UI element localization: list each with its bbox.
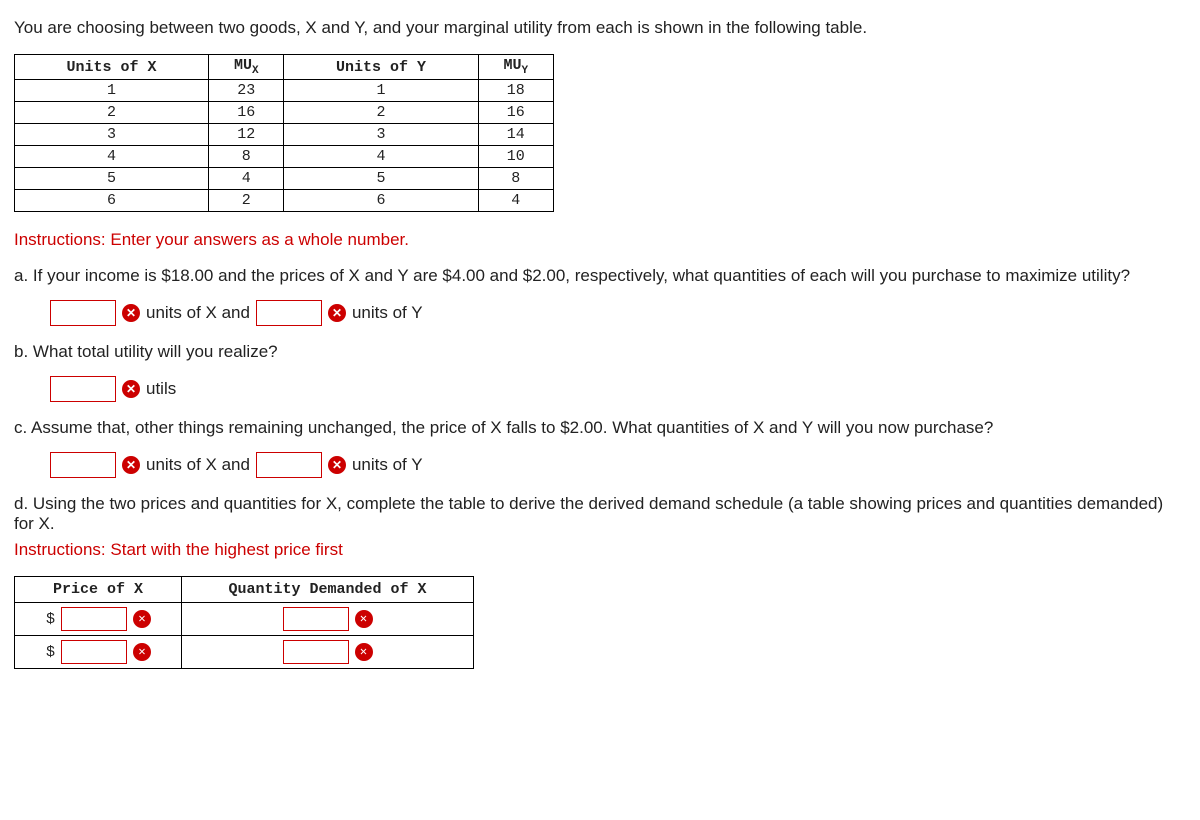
table-row: 3 12 3 14 <box>15 124 554 146</box>
col-units-y: Units of Y <box>284 55 478 80</box>
instructions-a: Instructions: Enter your answers as a wh… <box>14 230 1186 250</box>
wrong-icon: ✕ <box>328 456 346 474</box>
instructions-d: Instructions: Start with the highest pri… <box>14 540 1186 560</box>
input-b-utils[interactable] <box>50 376 116 402</box>
dollar-sign: $ <box>45 611 55 628</box>
question-a: a. If your income is $18.00 and the pric… <box>14 266 1186 286</box>
input-a-units-y[interactable] <box>256 300 322 326</box>
table-row: 6 2 6 4 <box>15 190 554 212</box>
label-units-y: units of Y <box>352 303 423 323</box>
input-qty-2[interactable] <box>283 640 349 664</box>
table-row: 5 4 5 8 <box>15 168 554 190</box>
label-units-x: units of X and <box>146 303 250 323</box>
input-c-units-y[interactable] <box>256 452 322 478</box>
input-c-units-x[interactable] <box>50 452 116 478</box>
question-b: b. What total utility will you realize? <box>14 342 1186 362</box>
answer-b-line: ✕ utils <box>50 376 1186 402</box>
wrong-icon: ✕ <box>122 304 140 322</box>
wrong-icon: ✕ <box>133 610 151 628</box>
question-d: d. Using the two prices and quantities f… <box>14 494 1186 534</box>
table-row: $ ✕ ✕ <box>15 636 474 669</box>
col-mux: MUX <box>209 55 284 80</box>
col-qty-x: Quantity Demanded of X <box>182 577 474 603</box>
input-price-1[interactable] <box>61 607 127 631</box>
wrong-icon: ✕ <box>133 643 151 661</box>
col-muy: MUY <box>478 55 554 80</box>
intro-text: You are choosing between two goods, X an… <box>14 18 1186 38</box>
wrong-icon: ✕ <box>328 304 346 322</box>
input-price-2[interactable] <box>61 640 127 664</box>
wrong-icon: ✕ <box>355 610 373 628</box>
question-c: c. Assume that, other things remaining u… <box>14 418 1186 438</box>
label-units-x: units of X and <box>146 455 250 475</box>
dollar-sign: $ <box>45 644 55 661</box>
wrong-icon: ✕ <box>355 643 373 661</box>
demand-table: Price of X Quantity Demanded of X $ ✕ ✕ <box>14 576 474 669</box>
input-a-units-x[interactable] <box>50 300 116 326</box>
table-row: $ ✕ ✕ <box>15 603 474 636</box>
wrong-icon: ✕ <box>122 456 140 474</box>
col-price-x: Price of X <box>15 577 182 603</box>
wrong-icon: ✕ <box>122 380 140 398</box>
label-utils: utils <box>146 379 176 399</box>
input-qty-1[interactable] <box>283 607 349 631</box>
table-row: 1 23 1 18 <box>15 80 554 102</box>
answer-a-line: ✕ units of X and ✕ units of Y <box>50 300 1186 326</box>
answer-c-line: ✕ units of X and ✕ units of Y <box>50 452 1186 478</box>
col-units-x: Units of X <box>15 55 209 80</box>
table-row: 2 16 2 16 <box>15 102 554 124</box>
table-row: 4 8 4 10 <box>15 146 554 168</box>
label-units-y: units of Y <box>352 455 423 475</box>
mu-table: Units of X MUX Units of Y MUY 1 23 1 18 … <box>14 54 554 212</box>
